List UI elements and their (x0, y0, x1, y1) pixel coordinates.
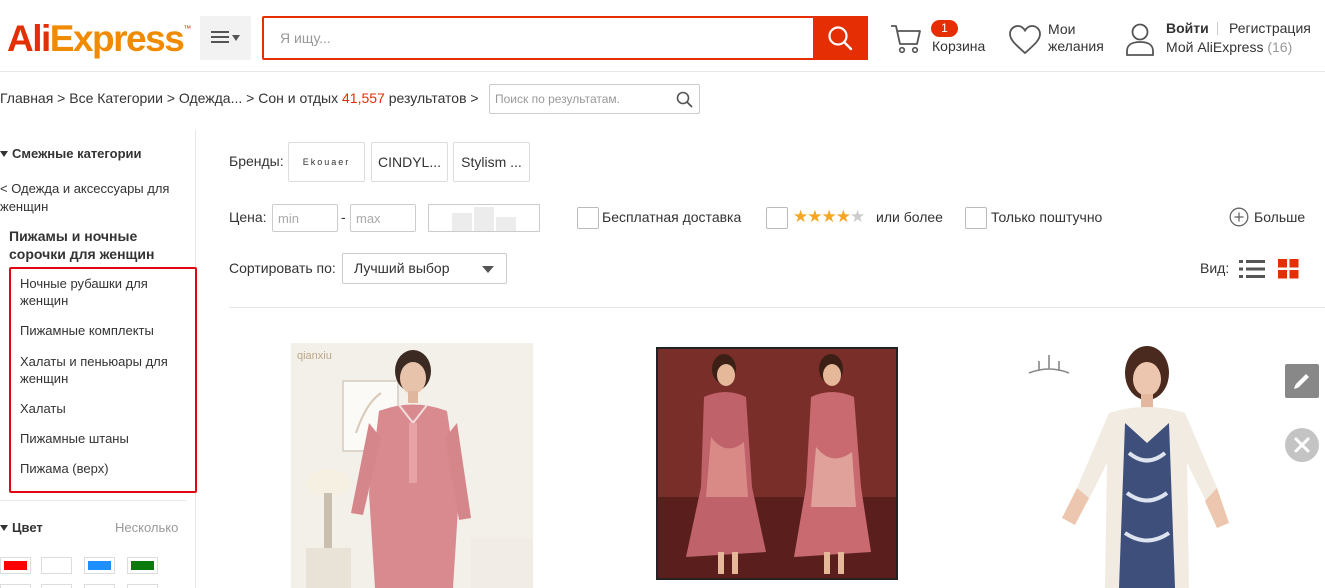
rating-label: или более (876, 209, 943, 225)
color-swatch-red[interactable] (0, 557, 31, 574)
sort-label: Сортировать по: (229, 260, 336, 276)
current-category: Пижамы и ночные сорочки для женщин (9, 228, 155, 262)
brands-label: Бренды: (229, 153, 284, 169)
results-label: результатов > (384, 90, 479, 106)
free-shipping-label: Бесплатная доставка (602, 209, 742, 225)
color-swatch[interactable] (41, 584, 72, 588)
more-filters-link[interactable]: Больше (1254, 209, 1305, 225)
message-count: (16) (1267, 39, 1293, 55)
price-min-input[interactable] (272, 204, 338, 232)
triangle-down-icon (0, 151, 8, 157)
triangle-down-icon (0, 525, 8, 531)
price-histogram[interactable] (428, 204, 540, 232)
color-filter-title[interactable]: Цвет (0, 520, 43, 535)
edit-button[interactable] (1285, 364, 1319, 398)
heart-icon (1009, 25, 1041, 55)
search-icon (828, 26, 853, 51)
color-swatch-white[interactable] (41, 557, 72, 574)
brand-watermark: qianxiu (297, 350, 332, 362)
search-within-input[interactable] (490, 85, 670, 113)
subcategory-item[interactable]: Пижама (верх) (20, 460, 185, 477)
subcategory-item[interactable]: Пижамные комплекты (20, 322, 185, 339)
cart-count-badge: 1 (931, 20, 958, 37)
price-label: Цена: (229, 209, 267, 225)
subcategory-item[interactable]: Халаты и пеньюары для женщин (20, 353, 185, 387)
single-piece-label: Только поштучно (991, 209, 1103, 225)
close-icon (1294, 437, 1310, 453)
cart-icon (891, 25, 921, 54)
results-count: 41,557 (342, 90, 385, 106)
brand-filter-ekouaer[interactable]: Ekouaer (288, 142, 365, 182)
close-button[interactable] (1285, 428, 1319, 462)
wishlist-label-line1: Мои (1048, 21, 1076, 37)
sidebar: Смежные категории < Одежда и аксессуары … (0, 130, 197, 588)
product-image[interactable]: qianxiu (291, 343, 533, 588)
price-range-dash: - (341, 209, 346, 225)
brand-filter-cindyl[interactable]: CINDYL... (371, 142, 448, 182)
color-swatch[interactable] (84, 584, 115, 588)
subcategory-item[interactable]: Халаты (20, 400, 185, 417)
divider (229, 307, 1325, 308)
breadcrumb-path[interactable]: Главная > Все Категории > Одежда... > (0, 90, 258, 106)
wishlist-link[interactable]: Мои желания (1008, 20, 1118, 60)
search-bar (262, 16, 868, 60)
grid-view-icon[interactable] (1278, 259, 1299, 279)
my-aliexpress-link[interactable]: Мой AliExpress (16) (1166, 39, 1292, 55)
search-input[interactable] (264, 18, 814, 58)
cart-link[interactable]: 1 Корзина (889, 20, 989, 60)
subcategory-item[interactable]: Пижамные штаны (20, 430, 185, 447)
related-categories-title[interactable]: Смежные категории (0, 146, 142, 161)
view-label: Вид: (1200, 260, 1230, 276)
account-area: Войти Регистрация Мой AliExpress (16) (1125, 20, 1325, 60)
product-image[interactable] (656, 347, 898, 580)
brand-filter-stylism[interactable]: Stylism ... (453, 142, 530, 182)
signin-link[interactable]: Войти (1166, 20, 1209, 36)
product-image[interactable] (1017, 343, 1259, 588)
header: AliExpress ™ 1 Корзина Мои желания (0, 0, 1325, 72)
color-swatch[interactable] (0, 584, 31, 588)
search-within-results (489, 84, 700, 114)
register-link[interactable]: Регистрация (1229, 20, 1311, 36)
color-swatch[interactable] (127, 584, 158, 588)
sort-dropdown[interactable]: Лучший выбор (342, 253, 507, 284)
hamburger-icon (211, 31, 229, 44)
breadcrumb: Главная > Все Категории > Одежда... > Со… (0, 90, 479, 106)
pencil-icon (1294, 374, 1309, 389)
list-view-icon[interactable] (1239, 259, 1266, 279)
search-button[interactable] (813, 16, 868, 60)
subcategory-item[interactable]: Ночные рубашки для женщин (20, 275, 185, 309)
cart-label: Корзина (932, 38, 986, 54)
parent-category-link[interactable]: < Одежда и аксессуары для женщин (0, 180, 180, 216)
four-stars-icon: ★★★★★ (793, 207, 865, 226)
color-swatch-blue[interactable] (84, 557, 115, 574)
color-multi-select-link[interactable]: Несколько (115, 520, 178, 535)
plus-circle-icon[interactable] (1229, 207, 1249, 227)
caret-down-icon (482, 266, 494, 273)
price-max-input[interactable] (350, 204, 416, 232)
rating-checkbox[interactable] (766, 207, 788, 229)
aliexpress-logo[interactable]: AliExpress ™ (7, 16, 191, 62)
single-piece-checkbox[interactable] (965, 207, 987, 229)
free-shipping-checkbox[interactable] (577, 207, 599, 229)
color-swatch-green[interactable] (127, 557, 158, 574)
divider (0, 500, 186, 501)
user-icon (1126, 23, 1154, 56)
divider (1217, 22, 1218, 35)
wishlist-label-line2: желания (1048, 38, 1104, 54)
search-icon[interactable] (676, 91, 693, 108)
category-menu-button[interactable] (200, 16, 251, 60)
breadcrumb-current: Сон и отдых (258, 90, 343, 106)
caret-down-icon (232, 35, 240, 41)
